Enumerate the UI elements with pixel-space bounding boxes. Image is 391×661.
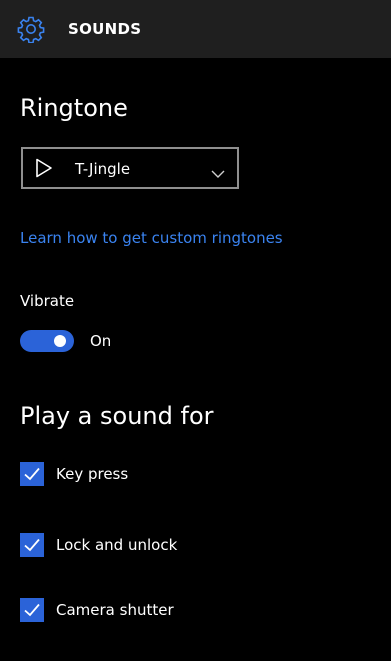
ringtone-heading: Ringtone [20, 94, 128, 122]
vibrate-label: Vibrate [20, 292, 75, 310]
play-icon[interactable] [35, 158, 53, 178]
header-bar: SOUNDS [0, 0, 391, 58]
vibrate-toggle[interactable] [20, 330, 74, 352]
checkmark-icon[interactable] [20, 598, 44, 622]
ringtone-selected-value: T-Jingle [75, 160, 131, 178]
play-sound-heading: Play a sound for [20, 402, 214, 430]
checkbox-label: Key press [56, 465, 129, 483]
vibrate-state: On [90, 332, 112, 350]
page-title: SOUNDS [68, 20, 142, 38]
chevron-down-icon [211, 164, 225, 178]
checkmark-icon[interactable] [20, 462, 44, 486]
gear-icon[interactable] [17, 15, 45, 44]
custom-ringtones-link[interactable]: Learn how to get custom ringtones [20, 228, 283, 248]
toggle-knob [54, 335, 66, 347]
checkmark-icon[interactable] [20, 533, 44, 557]
checkbox-label: Lock and unlock [56, 536, 178, 554]
ringtone-dropdown[interactable]: T-Jingle [21, 147, 239, 189]
checkbox-label: Camera shutter [56, 601, 174, 619]
